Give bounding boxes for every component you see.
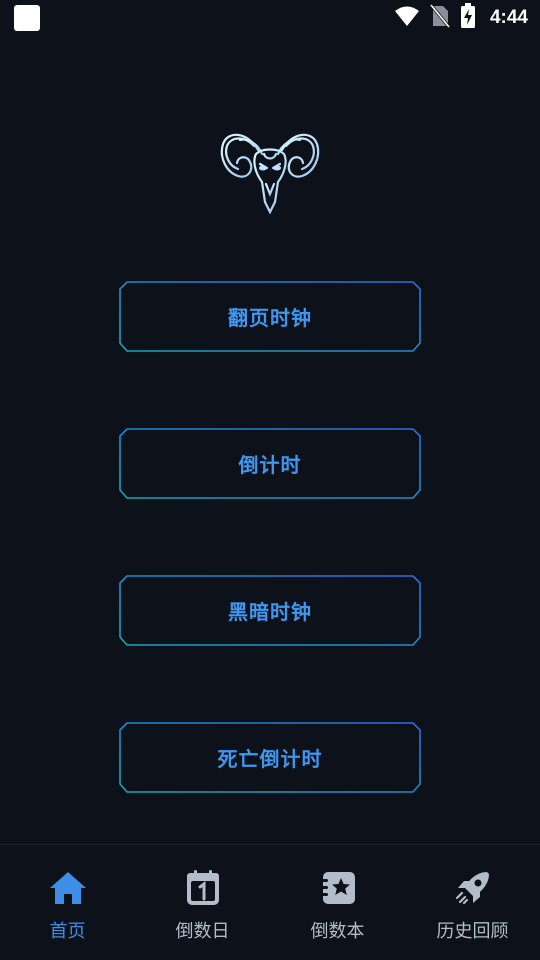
status-right-group: 4:44 bbox=[394, 3, 528, 33]
nav-label-countdown-book: 倒数本 bbox=[310, 921, 365, 942]
calendar-icon bbox=[183, 868, 223, 908]
app-screen: 4:44 翻页时钟 倒计时 黑暗时钟 死亡倒计时 首页 倒数日 倒数本 历史回顾 bbox=[0, 0, 540, 960]
rocket-icon bbox=[453, 868, 493, 908]
ram-skull-icon bbox=[218, 124, 322, 216]
home-icon bbox=[48, 868, 88, 908]
nav-label-home: 首页 bbox=[49, 921, 86, 942]
countdown-button[interactable]: 倒计时 bbox=[119, 428, 421, 499]
flip-clock-label: 翻页时钟 bbox=[228, 306, 312, 330]
dark-clock-button[interactable]: 黑暗时钟 bbox=[119, 575, 421, 646]
countdown-label: 倒计时 bbox=[238, 453, 302, 477]
flip-clock-button[interactable]: 翻页时钟 bbox=[119, 281, 421, 352]
nav-item-history-review[interactable]: 历史回顾 bbox=[405, 845, 540, 960]
death-countdown-button[interactable]: 死亡倒计时 bbox=[119, 722, 421, 793]
dark-clock-label: 黑暗时钟 bbox=[228, 600, 312, 624]
nav-item-countdown-days[interactable]: 倒数日 bbox=[135, 845, 270, 960]
notebook-star-icon bbox=[318, 868, 358, 908]
bottom-nav: 首页 倒数日 倒数本 历史回顾 bbox=[0, 844, 540, 960]
nav-label-history-review: 历史回顾 bbox=[436, 921, 509, 942]
battery-charging-icon bbox=[460, 3, 476, 33]
status-time: 4:44 bbox=[489, 7, 528, 28]
no-sim-icon bbox=[429, 4, 451, 32]
nav-item-countdown-book[interactable]: 倒数本 bbox=[270, 845, 405, 960]
notification-square-icon bbox=[14, 5, 40, 31]
status-bar: 4:44 bbox=[0, 0, 540, 36]
nav-label-countdown-days: 倒数日 bbox=[175, 921, 230, 942]
death-countdown-label: 死亡倒计时 bbox=[217, 747, 323, 771]
wifi-icon bbox=[394, 5, 420, 31]
nav-item-home[interactable]: 首页 bbox=[0, 845, 135, 960]
